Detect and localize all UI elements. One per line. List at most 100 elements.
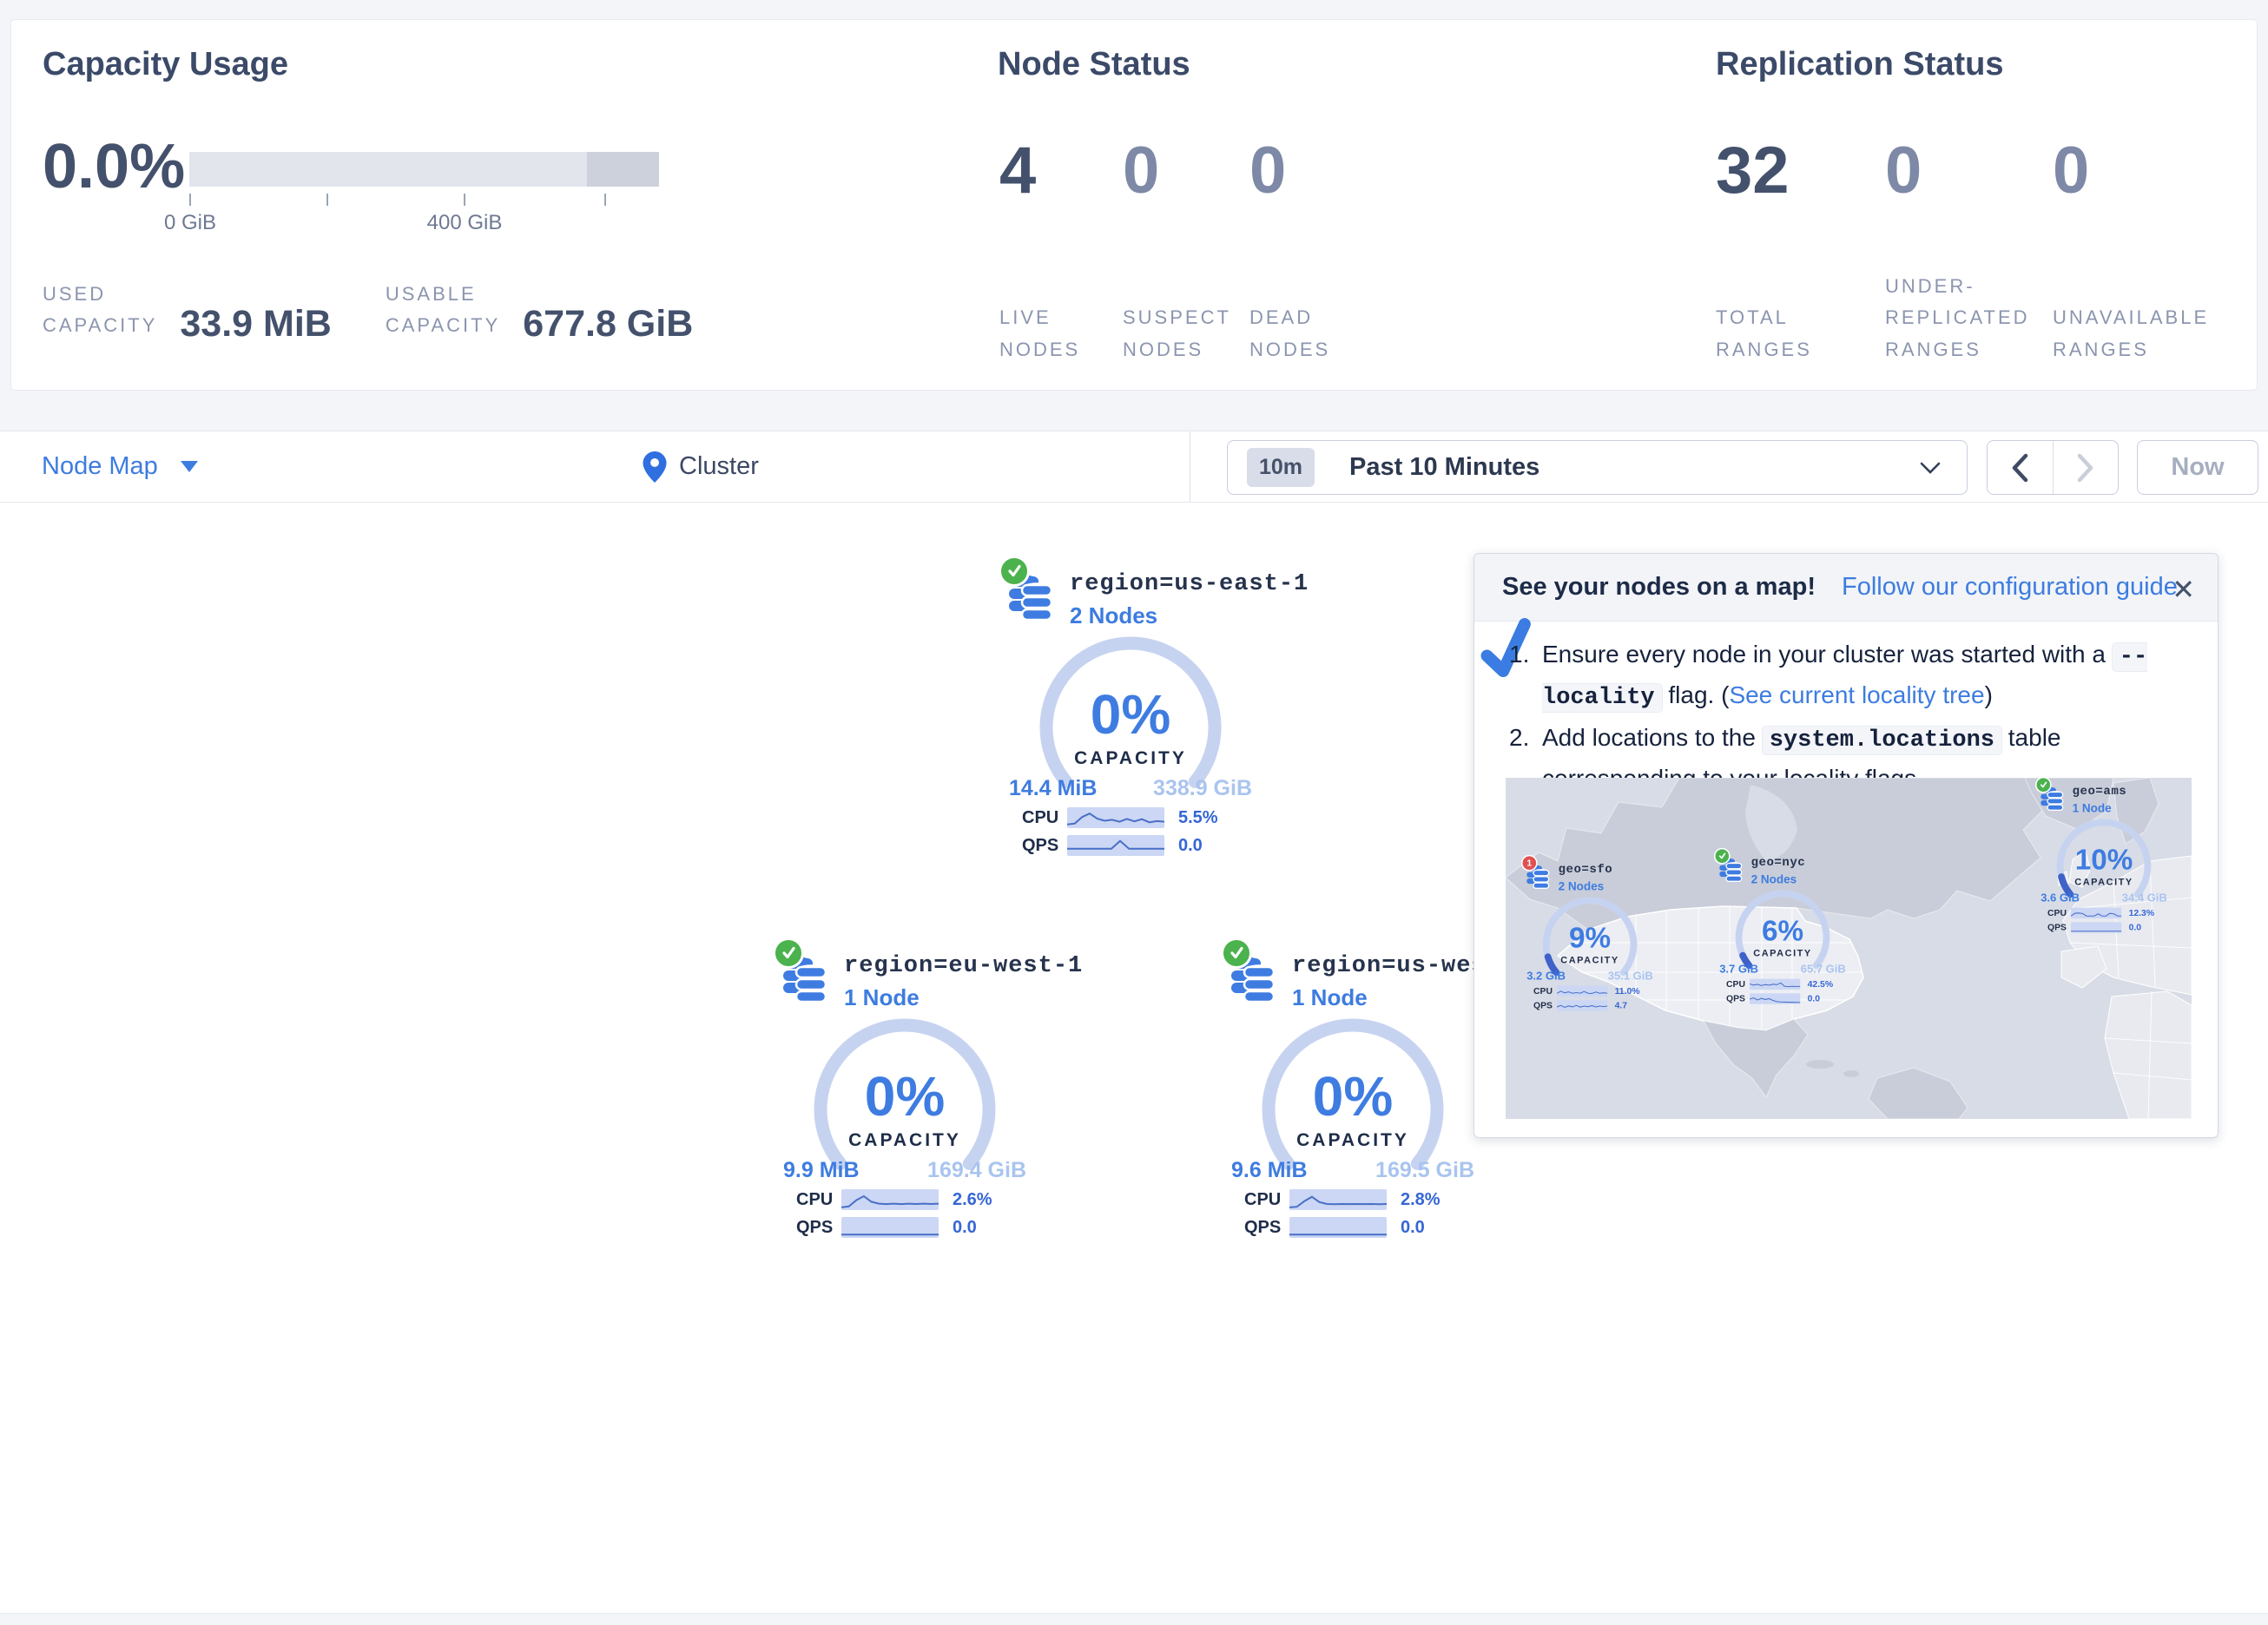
node-region-display[interactable]: geo=ams 1 Node 10% CAPACITY 3.6 GiB 34.4… — [2036, 780, 2172, 938]
capacity-percent: 6% — [1715, 914, 1850, 947]
qps-value: 0.0 — [1178, 836, 1203, 856]
cpu-label: CPU — [1726, 979, 1750, 990]
configuration-guide-link[interactable]: Follow our configuration guide — [1842, 573, 2178, 602]
node-region-display[interactable]: region=us-west-1 1 Node 0% CAPACITY 9.6 … — [1223, 944, 1483, 1248]
node-region-display[interactable]: region=us-east-1 2 Nodes 0% CAPACITY 14.… — [1000, 562, 1261, 866]
setup-step: 1.Ensure every node in your cluster was … — [1509, 635, 2185, 717]
total-capacity-value: 169.4 GiB — [927, 1158, 1026, 1183]
node-status-icon — [1221, 938, 1252, 969]
check-icon — [1717, 851, 1727, 861]
cpu-value: 2.8% — [1401, 1190, 1441, 1210]
cpu-sparkline — [1067, 807, 1164, 828]
cpu-label: CPU — [2047, 908, 2071, 918]
locality-label: geo=nyc — [1751, 856, 1806, 870]
cpu-label: CPU — [796, 1190, 841, 1210]
cpu-value: 12.3% — [2129, 908, 2154, 918]
capacity-percent: 9% — [1522, 921, 1658, 954]
qps-value: 4.7 — [1615, 1001, 1627, 1011]
locality-label: region=us-east-1 — [1070, 571, 1309, 597]
node-count-link[interactable]: 1 Node — [2073, 801, 2127, 815]
qps-label: QPS — [1022, 836, 1067, 856]
close-icon[interactable]: ✕ — [2172, 573, 2195, 606]
node-head: region=us-east-1 2 Nodes — [1007, 562, 1309, 629]
qps-sparkline — [1750, 993, 1800, 1003]
cpu-value: 5.5% — [1178, 808, 1218, 828]
capacity-percent: 0% — [775, 1064, 1035, 1128]
qps-label: QPS — [1533, 1001, 1557, 1011]
qps-label: QPS — [1244, 1218, 1289, 1238]
node-count-link[interactable]: 2 Nodes — [1751, 872, 1806, 886]
qps-value: 0.0 — [2129, 923, 2141, 933]
check-icon — [2038, 780, 2048, 790]
total-capacity-value: 65.7 GiB — [1801, 963, 1846, 976]
qps-value: 0.0 — [953, 1218, 977, 1238]
step-text-fragment: ) — [1985, 681, 1993, 708]
step-text-fragment: Ensure every node in your cluster was st… — [1542, 641, 2113, 668]
node-region-display[interactable]: geo=nyc 2 Nodes 6% CAPACITY 3.7 GiB 65.7… — [1715, 852, 1850, 1010]
footer-bar — [0, 1613, 2268, 1625]
step-text-fragment: Add locations to the — [1542, 724, 1763, 751]
check-icon — [1226, 943, 1247, 964]
capacity-word: CAPACITY — [1715, 948, 1850, 958]
capacity-word: CAPACITY — [2036, 877, 2172, 887]
qps-sparkline — [841, 1217, 939, 1238]
cpu-sparkline — [841, 1189, 939, 1210]
node-head: geo=nyc 2 Nodes — [1718, 852, 1805, 886]
cpu-sparkline — [1289, 1189, 1387, 1210]
used-capacity-value: 3.6 GiB — [2041, 891, 2080, 905]
node-status-icon — [999, 556, 1030, 587]
node-count-link[interactable]: 2 Nodes — [1559, 879, 1613, 893]
node-status-icon — [773, 938, 804, 969]
node-count-link[interactable]: 2 Nodes — [1070, 602, 1309, 629]
qps-sparkline — [2071, 922, 2121, 932]
locality-label: region=eu-west-1 — [844, 953, 1083, 979]
node-status-icon — [2035, 777, 2052, 793]
used-capacity-value: 3.7 GiB — [1719, 963, 1758, 976]
locality-label: geo=ams — [2073, 785, 2127, 799]
used-capacity-value: 3.2 GiB — [1526, 970, 1566, 983]
step-number: 1. — [1509, 635, 1542, 717]
step-text: Ensure every node in your cluster was st… — [1542, 635, 2185, 717]
used-capacity-value: 14.4 MiB — [1009, 776, 1097, 801]
node-count-link[interactable]: 1 Node — [844, 984, 1083, 1011]
cpu-sparkline — [1557, 986, 1607, 997]
node-region-display[interactable]: 1 geo=sfo 2 Nodes 9% CAPACITY 3.2 GiB 35… — [1522, 859, 1658, 1016]
locality-setup-popup: See your nodes on a map! Follow our conf… — [1474, 553, 2219, 1138]
popup-header: See your nodes on a map! Follow our conf… — [1474, 554, 2218, 622]
cpu-label: CPU — [1244, 1190, 1289, 1210]
total-capacity-value: 35.1 GiB — [1608, 970, 1653, 983]
capacity-percent: 0% — [1000, 682, 1261, 747]
node-status-icon — [1714, 848, 1731, 865]
node-head: region=eu-west-1 1 Node — [781, 944, 1083, 1011]
total-capacity-value: 169.5 GiB — [1375, 1158, 1474, 1183]
cpu-label: CPU — [1533, 986, 1557, 997]
node-head: geo=ams 1 Node — [2040, 780, 2126, 815]
node-status-icon: 1 — [1521, 855, 1538, 872]
check-icon — [778, 943, 799, 964]
cpu-value: 42.5% — [1808, 979, 1833, 990]
capacity-word: CAPACITY — [775, 1130, 1035, 1151]
capacity-percent: 10% — [2036, 843, 2172, 876]
cpu-value: 11.0% — [1615, 986, 1640, 997]
qps-label: QPS — [1726, 994, 1750, 1004]
cpu-sparkline — [1750, 979, 1800, 990]
locality-tree-link[interactable]: See current locality tree — [1729, 681, 1984, 708]
warning-count-badge: 1 — [1526, 858, 1532, 868]
qps-label: QPS — [796, 1218, 841, 1238]
qps-value: 0.0 — [1401, 1218, 1425, 1238]
check-icon — [1004, 561, 1025, 582]
qps-value: 0.0 — [1808, 994, 1820, 1004]
cpu-sparkline — [2071, 908, 2121, 918]
cpu-label: CPU — [1022, 808, 1067, 828]
map-node-layer: 1 geo=sfo 2 Nodes 9% CAPACITY 3.2 GiB 35… — [1506, 778, 2192, 1119]
qps-sparkline — [1289, 1217, 1387, 1238]
capacity-word: CAPACITY — [1223, 1130, 1483, 1151]
setup-steps-list: 1.Ensure every node in your cluster was … — [1509, 635, 2185, 799]
capacity-word: CAPACITY — [1522, 955, 1658, 965]
example-world-map: 1 geo=sfo 2 Nodes 9% CAPACITY 3.2 GiB 35… — [1506, 778, 2192, 1119]
total-capacity-value: 338.9 GiB — [1153, 776, 1252, 801]
node-region-display[interactable]: region=eu-west-1 1 Node 0% CAPACITY 9.9 … — [775, 944, 1035, 1248]
used-capacity-value: 9.6 MiB — [1231, 1158, 1308, 1183]
locality-label: geo=sfo — [1559, 863, 1613, 877]
capacity-percent: 0% — [1223, 1064, 1483, 1128]
